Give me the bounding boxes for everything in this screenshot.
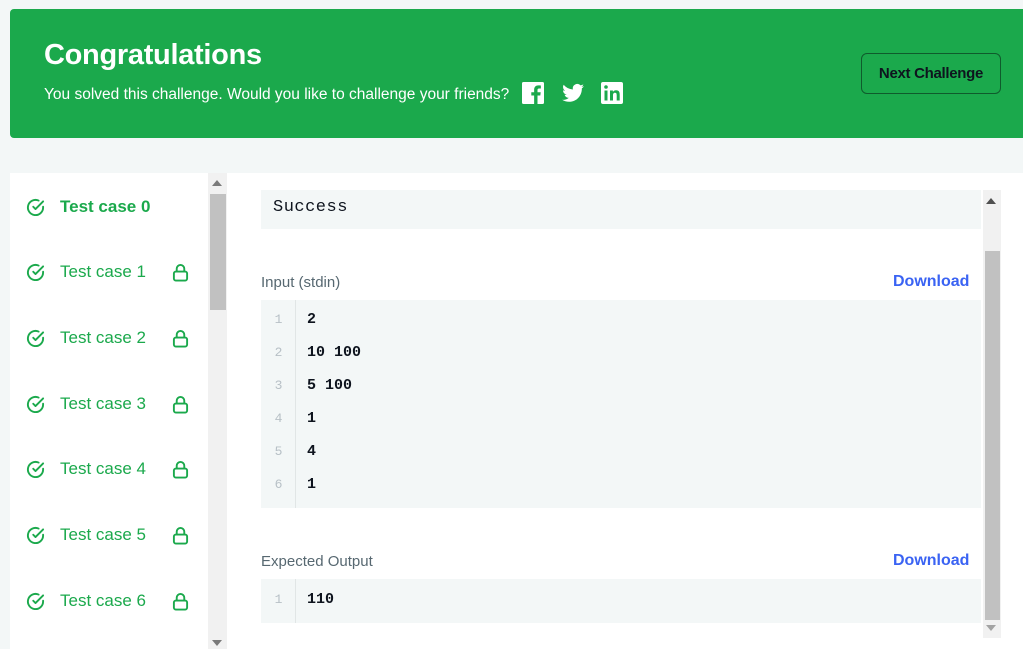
line-number: 5 bbox=[274, 444, 283, 459]
check-circle-icon bbox=[27, 526, 45, 545]
line-number: 3 bbox=[274, 378, 283, 393]
test-case-label: Test case 3 bbox=[60, 394, 146, 413]
expected-output-block: 1 110 bbox=[261, 579, 981, 623]
next-challenge-button[interactable]: Next Challenge bbox=[861, 53, 1001, 94]
lock-icon bbox=[172, 330, 189, 348]
line-text: 1 bbox=[307, 476, 317, 493]
check-circle-icon bbox=[27, 592, 45, 611]
code-line: 54 bbox=[261, 436, 981, 469]
test-case-item[interactable]: Test case 4 bbox=[10, 449, 208, 489]
test-case-label: Test case 5 bbox=[60, 525, 146, 544]
line-number: 2 bbox=[274, 345, 283, 360]
scroll-up-arrow-icon[interactable] bbox=[212, 180, 222, 186]
lock-icon bbox=[172, 264, 189, 282]
test-case-item[interactable]: Test case 3 bbox=[10, 384, 208, 424]
code-line: 41 bbox=[261, 403, 981, 436]
test-case-label: Test case 6 bbox=[60, 591, 146, 610]
line-number: 4 bbox=[274, 411, 283, 426]
check-circle-icon bbox=[27, 263, 45, 282]
line-number: 1 bbox=[274, 592, 283, 607]
code-line: 61 bbox=[261, 469, 981, 502]
line-number: 6 bbox=[274, 477, 283, 492]
check-circle-icon bbox=[27, 460, 45, 479]
lock-icon bbox=[172, 396, 189, 414]
banner-message: You solved this challenge. Would you lik… bbox=[44, 86, 510, 103]
scroll-down-arrow-icon[interactable] bbox=[212, 640, 222, 646]
linkedin-icon[interactable] bbox=[600, 81, 624, 105]
test-case-item[interactable]: Test case 6 bbox=[10, 581, 208, 621]
download-input-link[interactable]: Download bbox=[893, 273, 969, 291]
line-text: 2 bbox=[307, 311, 317, 328]
input-code-block: 12 2 10 100 35 100 41 54 61 bbox=[261, 300, 981, 508]
code-line: 2 10 100 bbox=[261, 337, 981, 370]
results-scrollbar-thumb[interactable] bbox=[985, 251, 1000, 620]
sidebar-scrollbar-thumb[interactable] bbox=[210, 194, 226, 310]
lock-icon bbox=[172, 527, 189, 545]
scroll-up-arrow-icon[interactable] bbox=[986, 198, 996, 204]
line-text: 5 100 bbox=[307, 377, 353, 394]
check-circle-icon bbox=[27, 198, 45, 217]
test-case-label: Test case 1 bbox=[60, 262, 146, 281]
expected-output-title: Expected Output bbox=[261, 553, 373, 570]
scroll-down-arrow-icon[interactable] bbox=[986, 625, 996, 631]
test-case-list: Test case 0 Test case 1 Test case 2 Test… bbox=[10, 173, 208, 649]
test-case-label: Test case 2 bbox=[60, 328, 146, 347]
download-output-link[interactable]: Download bbox=[893, 552, 969, 570]
check-circle-icon bbox=[27, 329, 45, 348]
lock-icon bbox=[172, 593, 189, 611]
success-banner: Congratulations You solved this challeng… bbox=[10, 9, 1023, 138]
code-line: 12 bbox=[261, 304, 981, 337]
test-case-label: Test case 4 bbox=[60, 459, 146, 478]
test-case-label: Test case 0 bbox=[60, 197, 151, 216]
test-case-item[interactable]: Test case 0 bbox=[10, 187, 208, 227]
code-line: 1 110 bbox=[261, 584, 981, 617]
twitter-icon[interactable] bbox=[561, 81, 585, 105]
test-case-item[interactable]: Test case 1 bbox=[10, 252, 208, 292]
test-case-item[interactable]: Test case 2 bbox=[10, 318, 208, 358]
test-results-panel: Test case 0 Test case 1 Test case 2 Test… bbox=[10, 173, 1023, 649]
code-line: 3 5 100 bbox=[261, 370, 981, 403]
line-text: 1 bbox=[307, 410, 317, 427]
line-number: 1 bbox=[274, 312, 283, 327]
banner-title: Congratulations bbox=[44, 39, 262, 71]
facebook-icon[interactable] bbox=[521, 81, 545, 105]
line-text: 4 bbox=[307, 443, 317, 460]
lock-icon bbox=[172, 461, 189, 479]
line-text: 110 bbox=[307, 591, 335, 608]
status-box: Success bbox=[261, 190, 981, 229]
input-section-title: Input (stdin) bbox=[261, 274, 341, 291]
check-circle-icon bbox=[27, 395, 45, 414]
line-text: 10 100 bbox=[307, 344, 362, 361]
test-case-item[interactable]: Test case 5 bbox=[10, 515, 208, 555]
